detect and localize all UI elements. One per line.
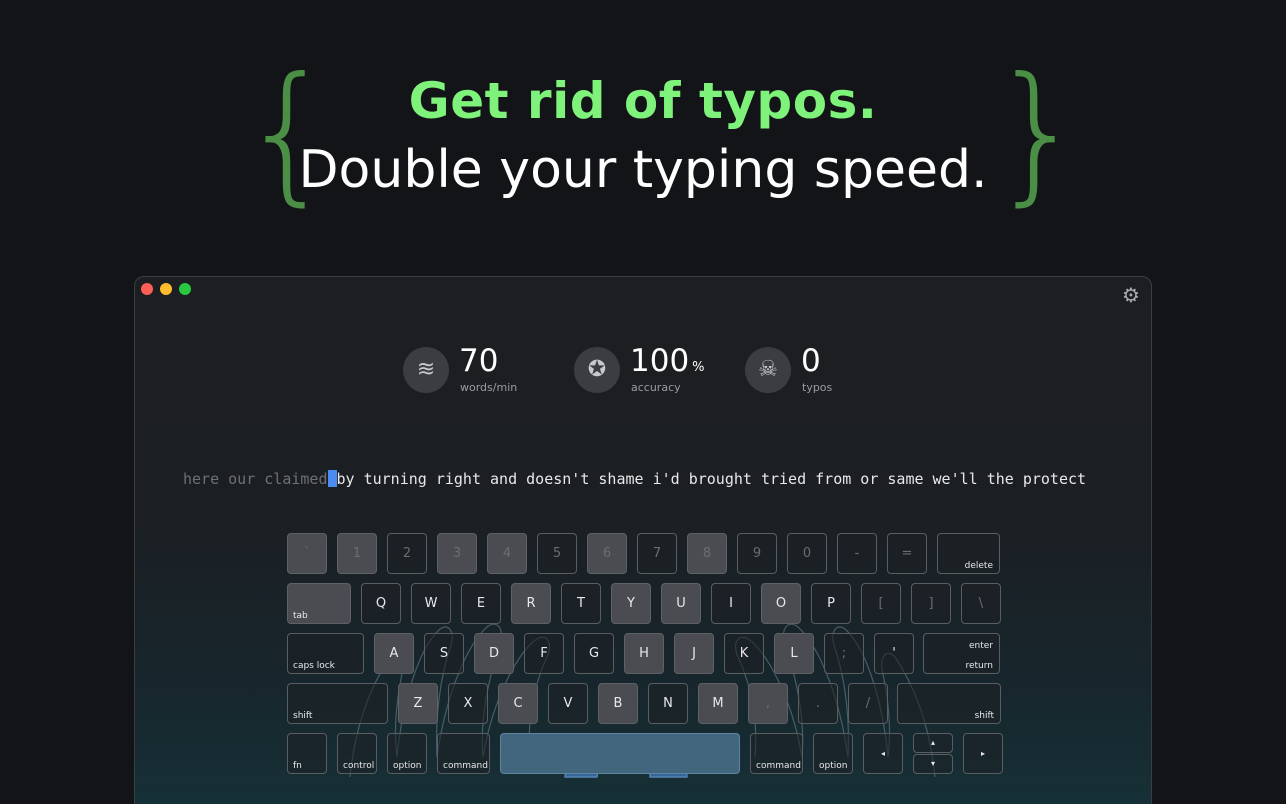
key-e[interactable]: E xyxy=(461,583,501,624)
key-i[interactable]: I xyxy=(711,583,751,624)
key-sym8[interactable]: , xyxy=(748,683,788,724)
key-w[interactable]: W xyxy=(411,583,451,624)
key-n[interactable]: N xyxy=(648,683,688,724)
key-v[interactable]: V xyxy=(548,683,588,724)
key-sym10[interactable]: ; xyxy=(824,633,864,674)
key-command-right[interactable]: command xyxy=(750,733,803,774)
key-caps-lock[interactable]: caps lock xyxy=(287,633,364,674)
key-1[interactable]: 1 xyxy=(337,533,377,574)
key-enter[interactable]: enter return xyxy=(923,633,1000,674)
key-x[interactable]: X xyxy=(448,683,488,724)
key-d[interactable]: D xyxy=(474,633,514,674)
key-u[interactable]: U xyxy=(661,583,701,624)
key-9[interactable]: 9 xyxy=(737,533,777,574)
key-7[interactable]: 7 xyxy=(637,533,677,574)
key-6[interactable]: 6 xyxy=(587,533,627,574)
key-arrow-up[interactable]: ▴ xyxy=(913,733,953,753)
key-sym13[interactable]: \ xyxy=(961,583,1001,624)
key-arrow-left[interactable]: ◂ xyxy=(863,733,903,774)
headline-line1: Get rid of typos. xyxy=(408,72,878,130)
key-sym9[interactable]: . xyxy=(798,683,838,724)
key-o[interactable]: O xyxy=(761,583,801,624)
key-a[interactable]: A xyxy=(374,633,414,674)
keyboard: ` 1 2 3 4 5 6 7 8 9 0- = delete tab Q W E R T Y U I O P[] \ caps … xyxy=(135,277,1151,804)
key-j[interactable]: J xyxy=(674,633,714,674)
headline-line2: Double your typing speed. xyxy=(298,140,988,200)
key-k[interactable]: K xyxy=(724,633,764,674)
key-g[interactable]: G xyxy=(574,633,614,674)
key-sym10[interactable]: / xyxy=(848,683,888,724)
key-h[interactable]: H xyxy=(624,633,664,674)
key-arrow-right[interactable]: ▸ xyxy=(963,733,1003,774)
key-f[interactable]: F xyxy=(524,633,564,674)
key-t[interactable]: T xyxy=(561,583,601,624)
key-return-label: return xyxy=(965,661,993,671)
key-option-right[interactable]: option xyxy=(813,733,853,774)
key-command-left[interactable]: command xyxy=(437,733,490,774)
key-8[interactable]: 8 xyxy=(687,533,727,574)
key-option-left[interactable]: option xyxy=(387,733,427,774)
key-shift-left[interactable]: shift xyxy=(287,683,388,724)
key-delete[interactable]: delete xyxy=(937,533,1000,574)
key-0[interactable]: 0 xyxy=(787,533,827,574)
key-l[interactable]: L xyxy=(774,633,814,674)
key-sym11[interactable]: - xyxy=(837,533,877,574)
key-s[interactable]: S xyxy=(424,633,464,674)
key-shift-right[interactable]: shift xyxy=(897,683,1001,724)
key-2[interactable]: 2 xyxy=(387,533,427,574)
key-3[interactable]: 3 xyxy=(437,533,477,574)
key-sym12[interactable]: = xyxy=(887,533,927,574)
key-sym12[interactable]: ] xyxy=(911,583,951,624)
key-5[interactable]: 5 xyxy=(537,533,577,574)
key-fn[interactable]: fn xyxy=(287,733,327,774)
key-tab[interactable]: tab xyxy=(287,583,351,624)
key-b[interactable]: B xyxy=(598,683,638,724)
app-window: ⚙ ≋ 70 words/min ✪ 100% accuracy ☠ 0 typ… xyxy=(134,276,1152,804)
key-q[interactable]: Q xyxy=(361,583,401,624)
key-enter-label: enter xyxy=(968,641,993,651)
key-sym11[interactable]: ' xyxy=(874,633,914,674)
key-c[interactable]: C xyxy=(498,683,538,724)
key-control[interactable]: control xyxy=(337,733,377,774)
key-m[interactable]: M xyxy=(698,683,738,724)
key-sym0[interactable]: ` xyxy=(287,533,327,574)
key-p[interactable]: P xyxy=(811,583,851,624)
key-y[interactable]: Y xyxy=(611,583,651,624)
key-sym11[interactable]: [ xyxy=(861,583,901,624)
key-space[interactable] xyxy=(500,733,740,774)
key-r[interactable]: R xyxy=(511,583,551,624)
key-4[interactable]: 4 xyxy=(487,533,527,574)
key-z[interactable]: Z xyxy=(398,683,438,724)
key-arrow-down[interactable]: ▾ xyxy=(913,754,953,774)
